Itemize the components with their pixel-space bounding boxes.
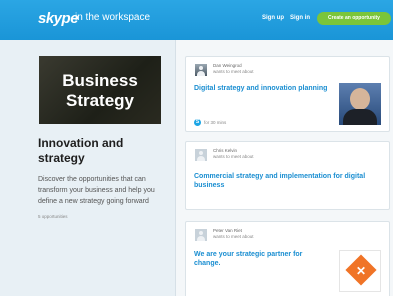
category-title: Innovation and strategy	[38, 136, 124, 165]
meet-label: wants to meet about	[213, 69, 254, 74]
category-description: Discover the opportunities that can tran…	[38, 176, 155, 205]
avatar-head	[199, 66, 203, 70]
create-opportunity-button[interactable]: Create an opportunity	[317, 12, 391, 25]
opportunity-card[interactable]: Chris Kelvin wants to meet about Commerc…	[185, 141, 390, 210]
signup-link[interactable]: Sign up	[262, 15, 284, 21]
avatar-head	[199, 151, 203, 155]
avatar	[195, 64, 207, 76]
meet-label: wants to meet about	[213, 154, 254, 159]
skype-icon: S	[194, 119, 201, 126]
person-name[interactable]: Dan Weingrod	[213, 63, 242, 68]
signin-link[interactable]: Sign in	[290, 15, 310, 21]
photo-face	[350, 88, 370, 110]
opportunity-count: 5 opportunities	[38, 214, 68, 219]
avatar-placeholder-icon	[195, 229, 207, 241]
profile-photo	[339, 83, 381, 125]
avatar-placeholder-icon	[195, 149, 207, 161]
opportunity-title[interactable]: Digital strategy and innovation planning	[194, 84, 332, 93]
avatar-body	[197, 71, 205, 76]
person-name[interactable]: Peter Van Riet	[213, 228, 242, 233]
opportunity-card[interactable]: Dan Weingrod wants to meet about Digital…	[185, 56, 390, 132]
meet-label: wants to meet about	[213, 234, 254, 239]
category-banner-image: Business Strategy	[39, 56, 161, 124]
category-panel: Business Strategy Innovation and strateg…	[0, 40, 175, 296]
avatar-head	[199, 231, 203, 235]
duration-label: for 30 mins	[204, 120, 227, 125]
banner-line-1: Business	[62, 71, 138, 90]
photo-shoulders	[343, 109, 377, 125]
banner-line-2: Strategy	[65, 91, 135, 110]
avatar-body	[197, 236, 205, 241]
top-bar: skype in the workspace Sign up Sign in C…	[0, 0, 393, 40]
logo-mark: ✕	[355, 264, 367, 278]
person-name[interactable]: Chris Kelvin	[213, 148, 237, 153]
company-logo: ✕	[339, 250, 381, 292]
opportunity-card[interactable]: Peter Van Riet wants to meet about We ar…	[185, 221, 390, 296]
avatar-body	[197, 156, 205, 161]
skype-logo[interactable]: skype	[38, 10, 79, 27]
opportunity-title[interactable]: Commercial strategy and implementation f…	[194, 172, 384, 190]
tagline: in the workspace	[75, 12, 151, 23]
opportunity-title[interactable]: We are your strategic partner for change…	[194, 250, 324, 268]
